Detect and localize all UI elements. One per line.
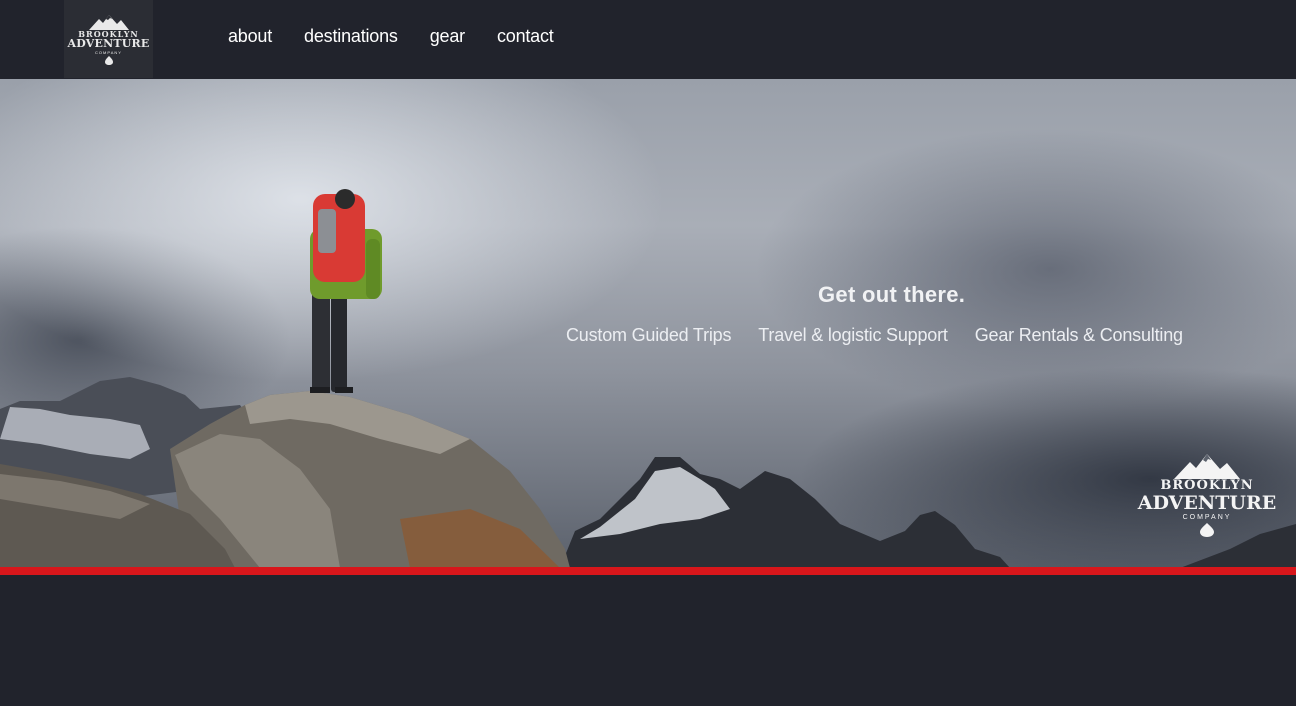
logo-text-adventure: ADVENTURE xyxy=(67,36,150,50)
hero-tagline: Get out there. xyxy=(818,282,966,307)
apple-icon xyxy=(1200,523,1214,537)
hero-brand-logo: BROOKLYN ADVENTURE COMPANY xyxy=(1138,453,1276,537)
hero-logo-text-adventure: ADVENTURE xyxy=(1137,492,1277,514)
hiker-figure xyxy=(310,189,382,393)
nav-link-gear[interactable]: gear xyxy=(430,24,465,48)
mountain-logo-icon xyxy=(88,14,129,30)
apple-icon xyxy=(104,55,113,65)
hero-logo-text-brooklyn: BROOKLYN xyxy=(1160,478,1254,493)
nav-link-destinations[interactable]: destinations xyxy=(304,24,398,48)
services-list: Custom Guided Trips Travel & logistic Su… xyxy=(566,325,1210,346)
mountain-logo-icon xyxy=(1174,454,1240,479)
main-nav: about destinations gear contact xyxy=(228,24,586,48)
brand-logo[interactable]: BROOKLYN ADVENTURE COMPANY xyxy=(64,0,153,78)
service-custom-guided-trips: Custom Guided Trips xyxy=(566,325,732,345)
logo-text-company: COMPANY xyxy=(95,49,122,55)
service-gear-rentals-consulting: Gear Rentals & Consulting xyxy=(974,325,1183,345)
nav-link-contact[interactable]: contact xyxy=(497,24,554,48)
hero-logo-text-company: COMPANY xyxy=(1182,514,1232,521)
top-navigation-bar: BROOKLYN ADVENTURE COMPANY about destina… xyxy=(0,0,1296,79)
page-footer-area xyxy=(0,575,1296,706)
accent-stripe xyxy=(0,567,1296,575)
hero-mountain-photo xyxy=(0,189,1296,568)
hero-banner: Get out there. Custom Guided Trips Trave… xyxy=(0,79,1296,568)
nav-link-about[interactable]: about xyxy=(228,24,272,48)
service-travel-logistic-support: Travel & logistic Support xyxy=(758,325,948,345)
